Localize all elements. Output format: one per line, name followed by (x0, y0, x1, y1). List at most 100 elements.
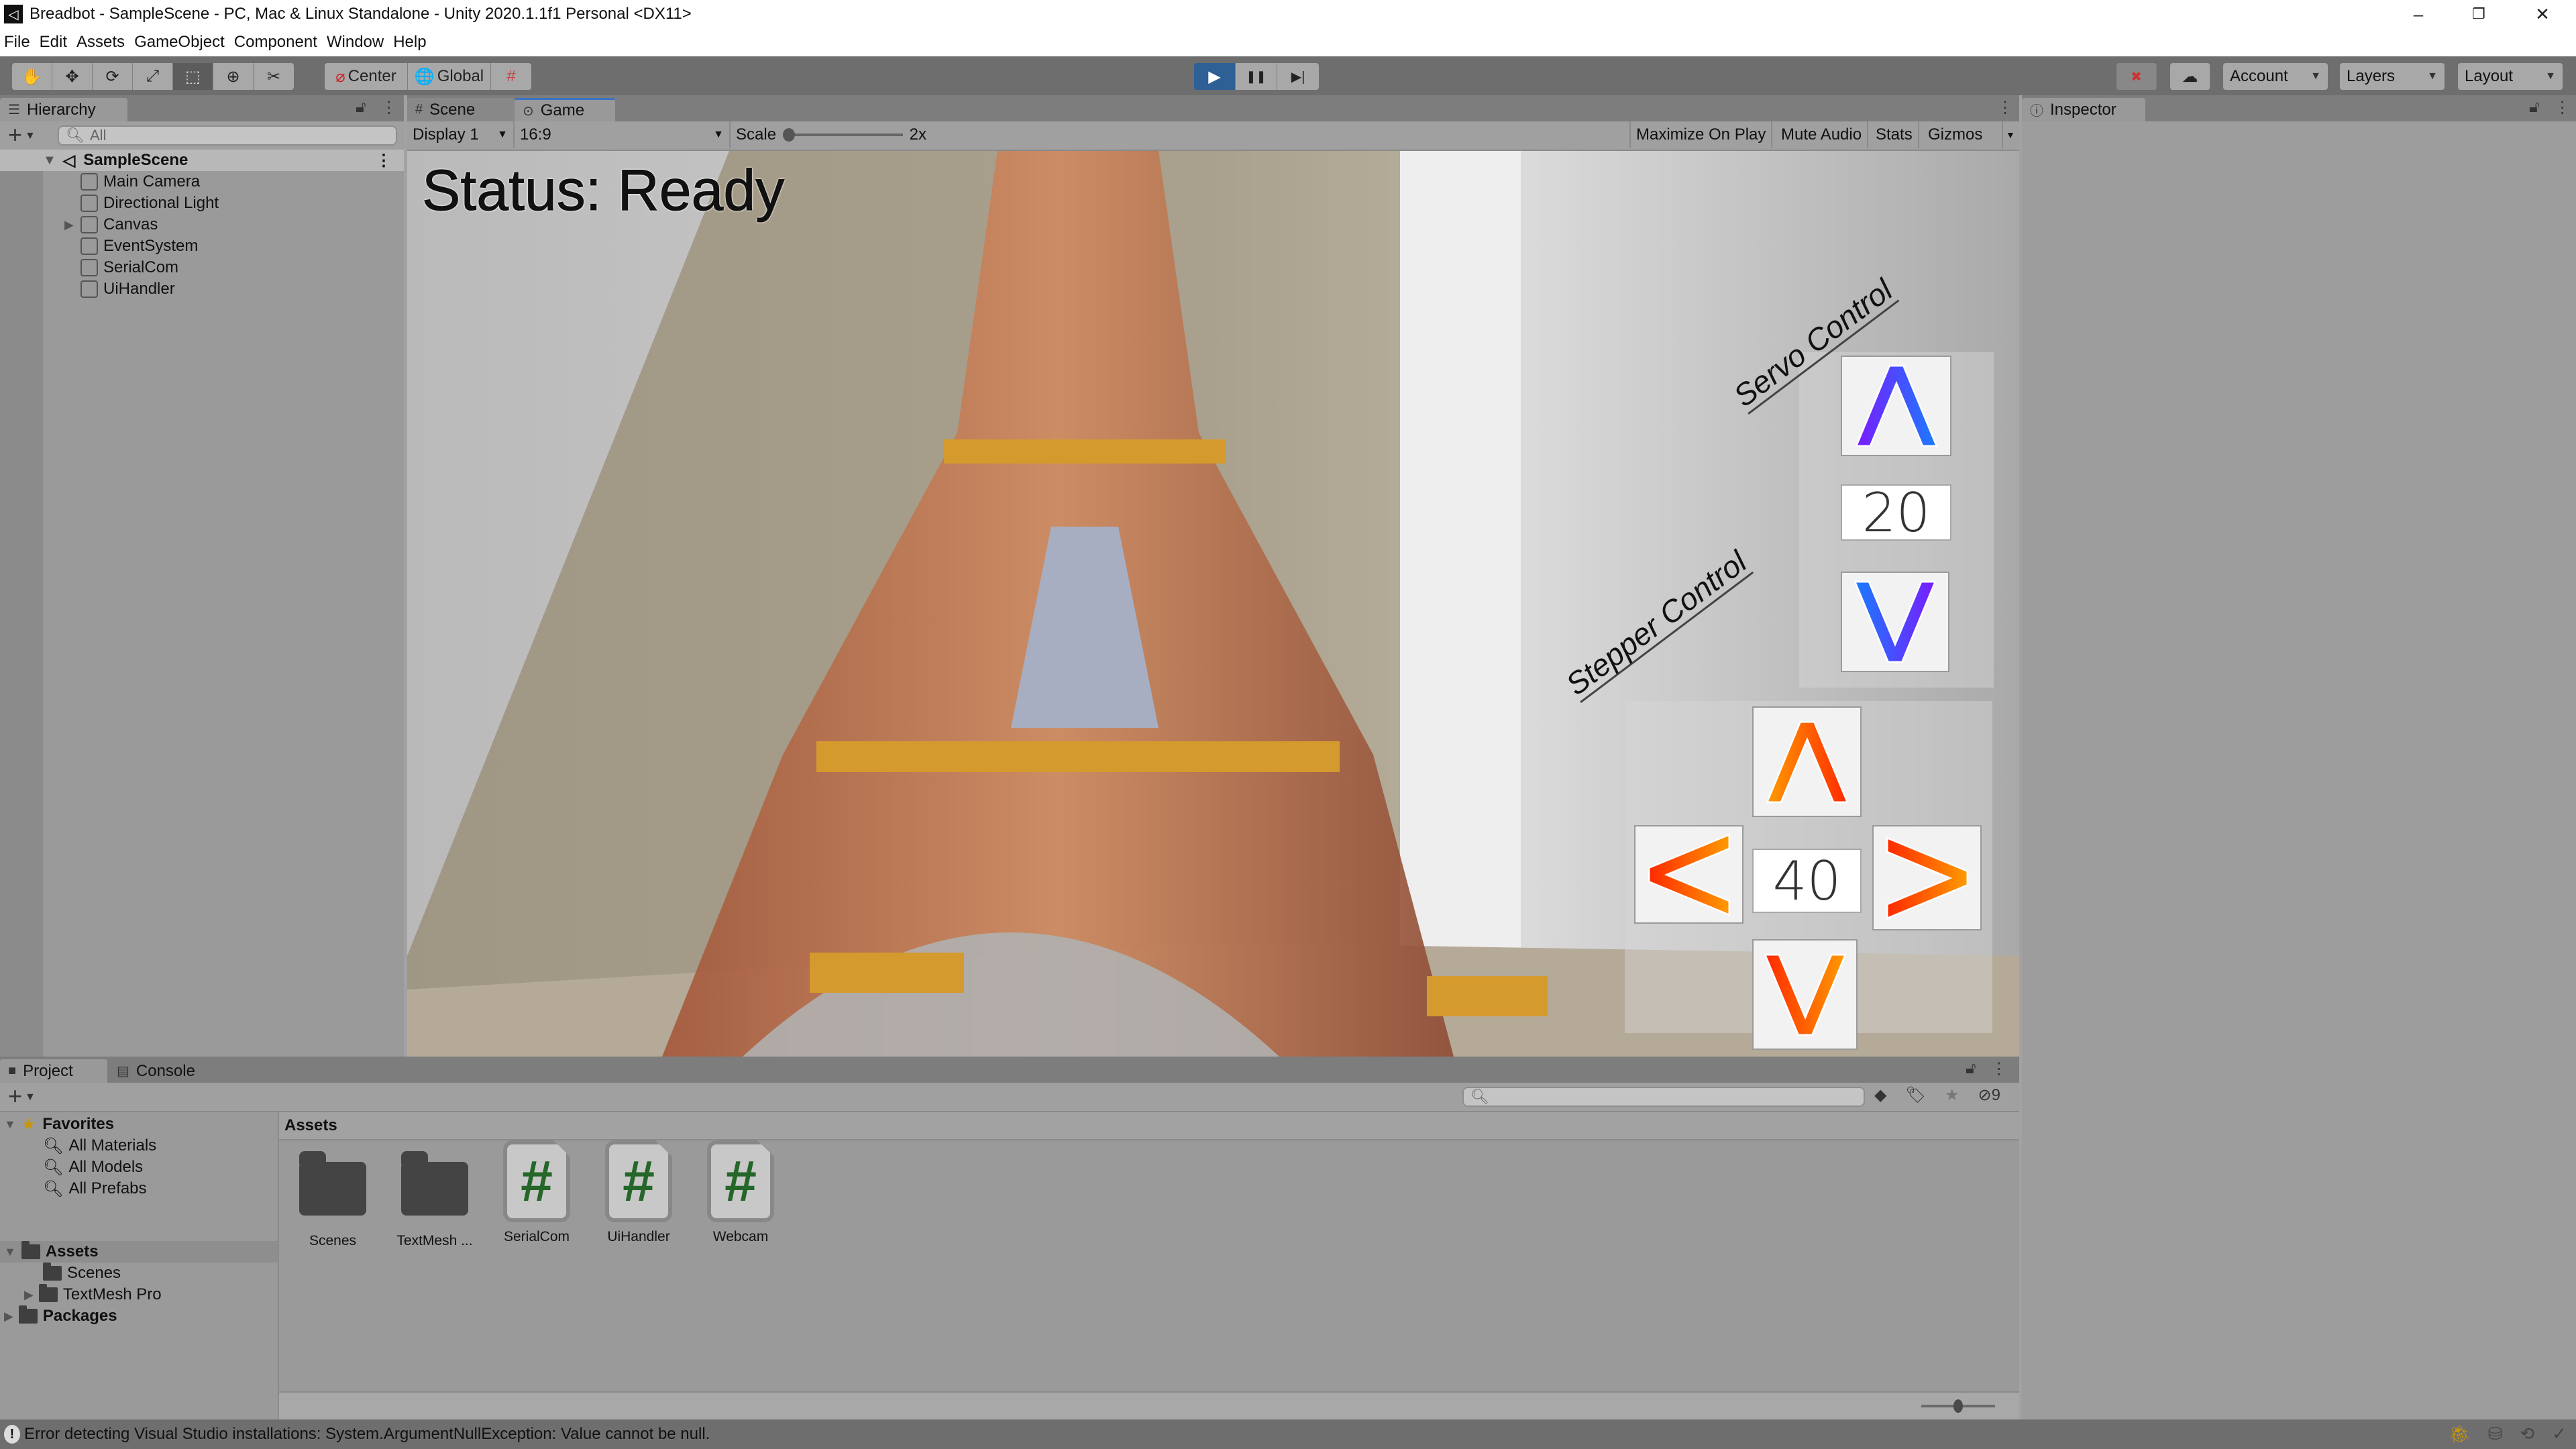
menu-window[interactable]: Window (327, 33, 384, 52)
tab-project[interactable]: ■ Project (0, 1059, 107, 1083)
menu-assets[interactable]: Assets (76, 33, 125, 52)
servo-down-button[interactable] (1841, 572, 1949, 672)
maximize-on-play-toggle[interactable]: Maximize On Play (1629, 121, 1773, 148)
layers-dropdown[interactable]: Layers ▼ (2340, 63, 2445, 90)
minimize-button[interactable]: – (2388, 0, 2449, 28)
expand-arrow-icon[interactable]: ▶ (4, 1309, 13, 1324)
scene-row[interactable]: ▼ ◁ SampleScene ⋮ (0, 150, 404, 171)
favorites-star-icon[interactable]: ★ (1945, 1085, 1960, 1105)
project-search-input[interactable]: 🔍︎ (1462, 1087, 1865, 1107)
move-tool-button[interactable]: ✥ (52, 63, 93, 90)
menu-file[interactable]: File (4, 33, 30, 52)
assets-node[interactable]: ▼ Assets (0, 1241, 278, 1263)
aspect-dropdown[interactable]: 16:9 ▼ (515, 121, 731, 148)
project-panel: ■ Project ▤ Console 🔓︎ ⋮ + ▼ 🔍︎ ◆ 🏷︎ ★ ⊘9 ▼ ★… (0, 1057, 2019, 1419)
rect-tool-button[interactable]: ⬚ (173, 63, 213, 90)
menu-component[interactable]: Component (234, 33, 317, 52)
auto-generate-lighting-icon[interactable]: ⟲ (2520, 1424, 2534, 1444)
close-button[interactable]: ✕ (2512, 0, 2573, 28)
asset-item[interactable]: TextMesh ... (388, 1147, 482, 1249)
kebab-menu-icon[interactable]: ⋮ (1991, 1059, 2007, 1079)
stepper-up-button[interactable] (1752, 706, 1862, 817)
filter-by-type-icon[interactable]: ◆ (1874, 1085, 1886, 1105)
kebab-menu-icon[interactable]: ⋮ (2555, 98, 2571, 117)
icon-size-thumb[interactable] (1953, 1399, 1963, 1413)
kebab-menu-icon[interactable]: ⋮ (376, 151, 392, 170)
tab-inspector[interactable]: ⓘ Inspector (2022, 98, 2145, 121)
hierarchy-item[interactable]: EventSystem (0, 235, 404, 257)
status-message[interactable]: Error detecting Visual Studio installati… (24, 1425, 710, 1444)
stepper-right-button[interactable] (1872, 825, 1982, 930)
scale-slider[interactable] (783, 121, 903, 148)
servo-up-button[interactable] (1841, 356, 1951, 456)
pivot-mode-button[interactable]: ⌀ Center (325, 63, 408, 90)
check-icon[interactable]: ✓ (2552, 1424, 2567, 1444)
hierarchy-item[interactable]: Directional Light (0, 193, 404, 214)
lock-icon[interactable]: 🔓︎ (1966, 1059, 1976, 1079)
kebab-menu-icon[interactable]: ⋮ (381, 98, 397, 117)
tab-game[interactable]: ⊙ Game (515, 98, 615, 121)
mute-audio-toggle[interactable]: Mute Audio (1776, 121, 1869, 148)
asset-item[interactable]: Scenes (286, 1147, 380, 1249)
cloud-button[interactable]: ☁ (2170, 63, 2210, 90)
expand-arrow-icon[interactable]: ▼ (4, 1118, 16, 1132)
asset-item[interactable]: # SerialCom (490, 1140, 584, 1245)
expand-arrow-icon[interactable]: ▶ (64, 218, 74, 232)
hand-tool-button[interactable]: ✋ (12, 63, 52, 90)
transform-tool-button[interactable]: ⊕ (213, 63, 254, 90)
tab-scene[interactable]: # Scene (407, 98, 515, 121)
hierarchy-item[interactable]: ▶ Canvas (0, 214, 404, 235)
tree-item[interactable]: ▶ TextMesh Pro (24, 1284, 162, 1305)
favorite-item[interactable]: 🔍︎ All Prefabs (43, 1178, 147, 1199)
rotate-tool-button[interactable]: ⟳ (93, 63, 133, 90)
menu-gameobject[interactable]: GameObject (134, 33, 225, 52)
create-asset-button[interactable]: + ▼ (8, 1084, 36, 1110)
tab-hierarchy[interactable]: ☰ Hierarchy (0, 98, 127, 121)
favorites-node[interactable]: ▼ ★ Favorites (4, 1114, 114, 1135)
asset-item[interactable]: # UiHandler (592, 1140, 686, 1245)
hierarchy-item[interactable]: UiHandler (0, 278, 404, 300)
lock-icon[interactable]: 🔓︎ (2529, 98, 2540, 117)
stepper-left-button[interactable] (1634, 825, 1743, 924)
favorite-item[interactable]: 🔍︎ All Materials (43, 1135, 156, 1157)
hierarchy-item[interactable]: Main Camera (0, 171, 404, 193)
favorite-item[interactable]: 🔍︎ All Models (43, 1157, 143, 1178)
pause-button[interactable]: ❚❚ (1236, 63, 1277, 90)
display-dropdown[interactable]: Display 1 ▼ (407, 121, 515, 148)
collab-button[interactable]: ✖ (2116, 63, 2157, 90)
expand-arrow-icon[interactable]: ▼ (43, 153, 56, 168)
account-dropdown[interactable]: Account ▼ (2223, 63, 2328, 90)
expand-arrow-icon[interactable]: ▶ (24, 1288, 34, 1302)
stats-toggle[interactable]: Stats (1870, 121, 1919, 148)
packages-node[interactable]: ▶ Packages (4, 1305, 117, 1327)
tree-item[interactable]: Scenes (43, 1263, 121, 1284)
hierarchy-item[interactable]: SerialCom (0, 257, 404, 278)
lock-icon[interactable]: 🔓︎ (356, 98, 366, 117)
scale-tool-button[interactable]: ⤢ (133, 63, 173, 90)
gizmos-toggle[interactable]: Gizmos (1923, 121, 2003, 148)
expand-arrow-icon[interactable]: ▼ (4, 1245, 16, 1259)
hidden-packages-toggle[interactable]: ⊘9 (1978, 1085, 2000, 1105)
bug-icon[interactable]: 🐞︎ (2449, 1424, 2471, 1444)
play-button[interactable]: ▶ (1194, 63, 1236, 90)
menu-edit[interactable]: Edit (40, 33, 67, 52)
maximize-button[interactable]: ❐ (2449, 0, 2509, 28)
stepper-down-button[interactable] (1752, 939, 1858, 1050)
kebab-menu-icon[interactable]: ⋮ (1997, 98, 2013, 117)
gizmos-dropdown[interactable]: ▼ (2003, 121, 2019, 148)
snap-button[interactable]: # (491, 63, 531, 90)
create-button[interactable]: + ▼ (8, 123, 36, 148)
menu-help[interactable]: Help (393, 33, 426, 52)
cache-server-icon[interactable]: ⛁ (2488, 1424, 2503, 1444)
toggle-label: Mute Audio (1781, 125, 1862, 144)
hierarchy-search-input[interactable]: 🔍︎ All (58, 125, 397, 146)
asset-item[interactable]: # Webcam (694, 1140, 788, 1245)
pivot-rotation-button[interactable]: 🌐 Global (408, 63, 491, 90)
layout-dropdown[interactable]: Layout ▼ (2458, 63, 2563, 90)
tab-console[interactable]: ▤ Console (109, 1059, 216, 1083)
slider-thumb[interactable] (783, 128, 796, 142)
breadcrumb-assets[interactable]: Assets (284, 1116, 337, 1135)
step-button[interactable]: ▶| (1277, 63, 1319, 90)
filter-by-label-icon[interactable]: 🏷︎ (1905, 1085, 1925, 1105)
custom-tool-button[interactable]: ✂ (254, 63, 294, 90)
